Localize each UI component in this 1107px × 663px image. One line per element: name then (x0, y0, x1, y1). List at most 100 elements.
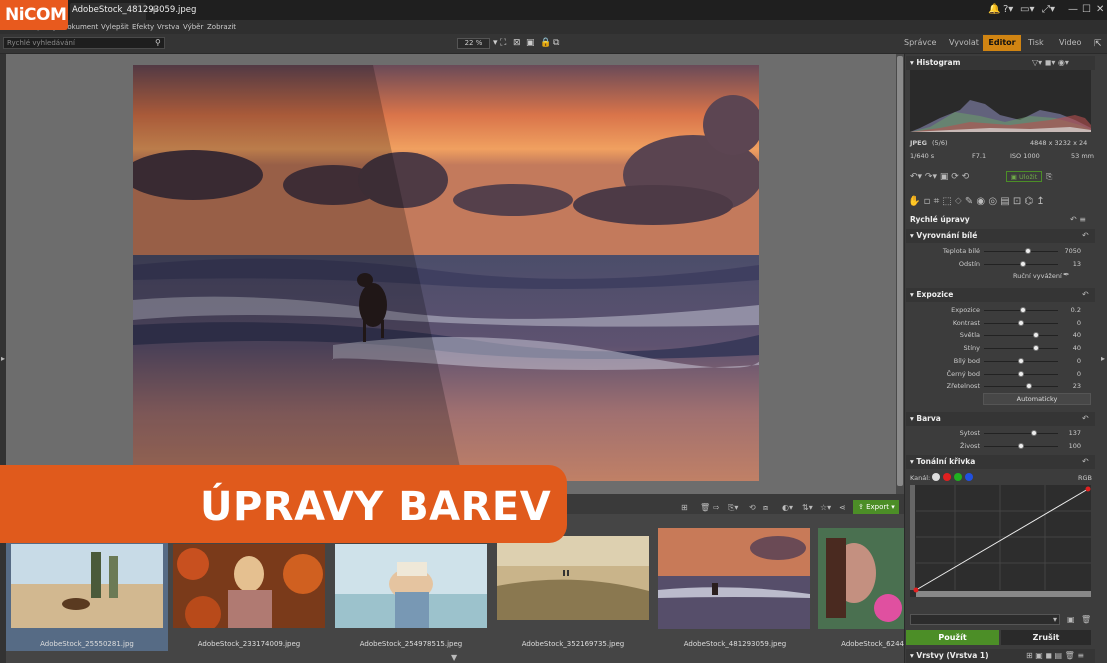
compare-icon[interactable]: ⧉ (553, 37, 559, 49)
reset-icon[interactable]: ↶ (1082, 231, 1089, 241)
exposure-value[interactable]: 0 (1057, 318, 1081, 328)
external-window-icon[interactable]: ⇱ (1094, 38, 1102, 50)
channel-all-radio[interactable] (932, 473, 940, 481)
quick-adjust-header[interactable]: Rychlé úpravy (906, 213, 1095, 227)
thumbnail-image[interactable] (11, 544, 163, 628)
exposure-slider-knob[interactable] (1018, 319, 1024, 326)
reset-icon[interactable]: ↶ (1082, 414, 1089, 424)
fullscreen-icon[interactable]: ⤢▾ (1042, 2, 1055, 18)
exposure-slider[interactable] (984, 335, 1058, 337)
actual-size-icon[interactable]: ⊠ (513, 37, 521, 49)
color-slider-knob[interactable] (1018, 442, 1024, 449)
thumbnail-image[interactable] (658, 528, 810, 629)
exposure-slider[interactable] (984, 386, 1058, 388)
menu-enhance[interactable]: Vylepšit (101, 21, 129, 33)
reset-and-menu-icon[interactable]: ↶ ≡ (1070, 215, 1086, 225)
white-balance-slider-knob[interactable] (1020, 260, 1027, 267)
color-header[interactable]: ▾ Barva (906, 412, 1095, 426)
view-mode-icon[interactable]: ◐▾ (782, 503, 793, 513)
rating-icon[interactable]: ☆▾ (820, 503, 831, 513)
exposure-value[interactable]: 0.2 (1057, 305, 1081, 315)
reset-icon[interactable]: ↶ (1082, 457, 1089, 467)
scrollbar-thumb[interactable] (897, 56, 903, 486)
white-balance-header[interactable]: ▾ Vyrovnání bílé (906, 229, 1095, 243)
compare-icon[interactable]: ⧈ (763, 503, 768, 513)
menu-effects[interactable]: Efekty (132, 21, 154, 33)
exposure-slider[interactable] (984, 348, 1058, 350)
exposure-slider-knob[interactable] (1018, 357, 1024, 364)
export-button[interactable]: ⇪ Export ▾ (853, 500, 899, 514)
channel-green-radio[interactable] (954, 473, 962, 481)
tool-icons[interactable]: ✋ ▫ ⌗ ⬚ ⬦ ✎ ◉ ◎ ▤ ⊡ ⌬ ↥ (908, 197, 1045, 207)
tone-curve-editor[interactable] (910, 485, 1091, 597)
white-balance-slider[interactable] (984, 251, 1058, 252)
tab-manager[interactable]: Správce (900, 35, 940, 51)
channel-red-radio[interactable] (943, 473, 951, 481)
lock-icon[interactable]: 🔒 (540, 37, 551, 49)
white-balance-value[interactable]: 7050 (1057, 246, 1081, 256)
filmstrip-collapse-icon[interactable]: ▼ (451, 653, 457, 663)
reset-icon[interactable]: ↶ (1082, 290, 1089, 300)
document-tab[interactable]: AdobeStock_481293059.jpeg (70, 3, 196, 20)
color-value[interactable]: 100 (1057, 441, 1081, 451)
sort-icon[interactable]: ⇅▾ (802, 503, 813, 513)
fit-screen-icon[interactable]: ⛶ (500, 37, 506, 49)
add-tab-button[interactable]: + (149, 3, 159, 17)
menu-layer[interactable]: Vrstva (157, 21, 180, 33)
move-icon[interactable]: ⇨ (713, 503, 720, 513)
close-icon[interactable]: ✕ (1096, 2, 1104, 18)
thumbnail-image[interactable] (173, 544, 325, 628)
maximize-icon[interactable]: ☐ (1082, 2, 1091, 18)
histogram-options-icon[interactable]: ▽▾ ◼▾ ◉▾ (1032, 58, 1069, 68)
save-icon[interactable]: ▣ Uložit (1006, 171, 1042, 182)
zoom-field[interactable]: 22 % (457, 38, 490, 49)
tab-develop[interactable]: Vyvolat (945, 35, 983, 51)
copy-icon[interactable]: ⎘▾ (728, 503, 738, 513)
auto-button[interactable]: Automaticky (983, 393, 1091, 405)
preset-dropdown-icon[interactable]: ▾ (1053, 615, 1057, 625)
color-slider[interactable] (984, 433, 1058, 434)
layer-tools-icons[interactable]: ⊞ ▣ ◼ ▤ 🗑 ≡ (1026, 651, 1084, 661)
search-icon[interactable]: ⚲ (155, 37, 161, 49)
delete-icon[interactable]: 🗑 (700, 503, 710, 513)
tab-print[interactable]: Tisk (1024, 35, 1048, 51)
apply-button[interactable]: Použít (906, 630, 999, 645)
channel-blue-radio[interactable] (965, 473, 973, 481)
help-icon[interactable]: ?▾ (1003, 2, 1013, 18)
zoom-dropdown-icon[interactable]: ▾ (493, 37, 498, 49)
thumbnail-image[interactable] (818, 528, 904, 629)
monitor-icon[interactable]: ▭▾ (1020, 2, 1034, 18)
search-input[interactable]: Rychlé vyhledávání (3, 37, 165, 49)
delete-preset-icon[interactable]: 🗑 (1081, 615, 1091, 625)
thumbnail-image[interactable] (335, 544, 487, 628)
notifications-icon[interactable]: 🔔 (988, 2, 1000, 18)
exposure-slider-knob[interactable] (1032, 345, 1039, 352)
tab-video[interactable]: Video (1055, 35, 1085, 51)
menu-selection[interactable]: Výběr (183, 21, 203, 33)
manual-balance-label[interactable]: Ruční vyvážení (1013, 272, 1062, 280)
exposure-value[interactable]: 40 (1057, 330, 1081, 340)
white-balance-value[interactable]: 13 (1057, 259, 1081, 269)
save-preset-icon[interactable]: ▣ (1067, 615, 1075, 625)
rotate-icon[interactable]: ⟲ (749, 503, 756, 513)
share-icon[interactable]: ⋖ (839, 503, 846, 513)
preset-select[interactable] (910, 614, 1060, 625)
tab-editor[interactable]: Editor (983, 35, 1021, 51)
eyedropper-icon[interactable]: ✒ (1063, 270, 1070, 280)
exposure-slider-knob[interactable] (1018, 370, 1024, 377)
exposure-header[interactable]: ▾ Expozice (906, 288, 1095, 302)
thumbnail-image[interactable] (497, 536, 649, 620)
exposure-value[interactable]: 23 (1057, 381, 1081, 391)
exposure-value[interactable]: 40 (1057, 343, 1081, 353)
undo-redo-icons[interactable]: ↶▾ ↷▾ ▣ ⟳ ⟲ (910, 172, 969, 182)
minimize-icon[interactable]: — (1068, 2, 1078, 18)
export-icon[interactable]: ⎘ (1046, 172, 1052, 182)
left-collapse-icon[interactable]: ▸ (1, 354, 5, 364)
fit-width-icon[interactable]: ▣ (526, 37, 535, 49)
cancel-button[interactable]: Zrušit (1001, 630, 1091, 645)
add-icon[interactable]: ⊞ (681, 503, 688, 513)
right-collapse-icon[interactable]: ▸ (1101, 354, 1105, 364)
exposure-value[interactable]: 0 (1057, 356, 1081, 366)
menu-view[interactable]: Zobrazit (207, 21, 236, 33)
tone-curve-header[interactable]: ▾ Tonální křivka (906, 455, 1095, 469)
